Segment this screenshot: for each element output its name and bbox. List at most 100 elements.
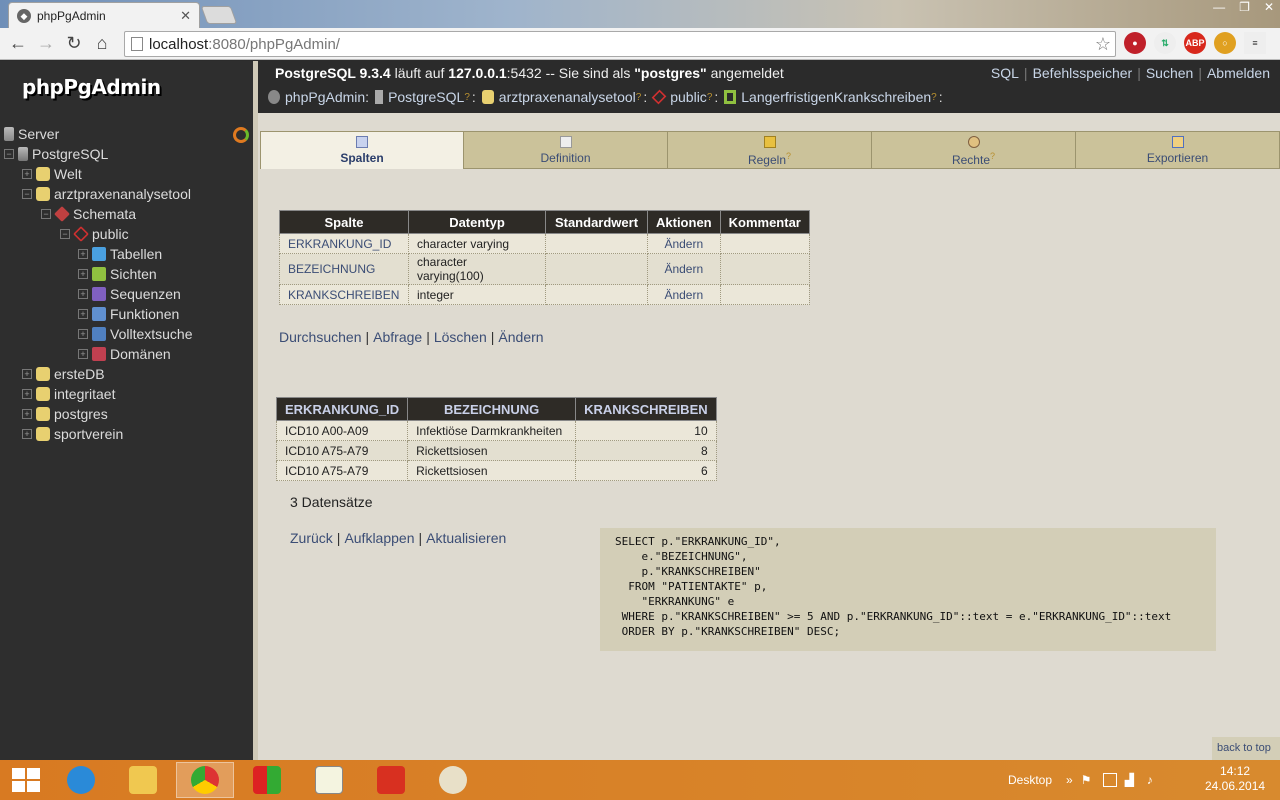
adblock-icon[interactable]: ABP: [1184, 32, 1206, 54]
expand-icon[interactable]: +: [78, 309, 88, 319]
tab-exportieren[interactable]: Exportieren: [1076, 131, 1280, 169]
column-name[interactable]: KRANKSCHREIBEN: [279, 284, 409, 305]
help-icon[interactable]: ?: [931, 92, 937, 103]
tree-db-arzt[interactable]: − arztpraxenanalysetool: [22, 184, 191, 204]
tree-schemata[interactable]: − Schemata: [41, 204, 136, 224]
taskbar-headphones-app[interactable]: [362, 762, 420, 798]
back-to-top-link[interactable]: back to top: [1212, 737, 1280, 761]
trail-app[interactable]: phpPgAdmin: [285, 89, 365, 105]
expand-icon[interactable]: +: [78, 249, 88, 259]
tree-funktionen[interactable]: + Funktionen: [78, 304, 179, 324]
expand-icon[interactable]: +: [22, 409, 32, 419]
clock[interactable]: 14:12 24.06.2014: [1205, 764, 1265, 794]
battery-icon[interactable]: [1102, 773, 1117, 787]
tree-db-sportverein[interactable]: + sportverein: [22, 424, 123, 444]
expand-icon[interactable]: +: [22, 389, 32, 399]
desktop-toolbar-label[interactable]: Desktop: [1008, 773, 1052, 787]
taskbar-explorer[interactable]: [114, 762, 172, 798]
expand-link[interactable]: Aufklappen: [344, 530, 414, 546]
help-icon[interactable]: ?: [636, 92, 642, 103]
reload-icon[interactable]: ↻: [60, 30, 88, 58]
link-history[interactable]: Befehlsspeicher: [1033, 65, 1133, 81]
column-name[interactable]: BEZEICHNUNG: [279, 253, 409, 285]
alter-link[interactable]: Ändern: [647, 284, 721, 305]
help-icon[interactable]: ?: [990, 151, 995, 161]
bookmark-star-icon[interactable]: ☆: [1095, 34, 1111, 55]
tree-db-welt[interactable]: + Welt: [22, 164, 82, 184]
select-link[interactable]: Abfrage: [373, 329, 422, 345]
column-header[interactable]: BEZEICHNUNG: [407, 397, 577, 421]
tree-server[interactable]: Server: [4, 124, 59, 144]
trail-database[interactable]: arztpraxenanalysetool: [499, 89, 636, 105]
link-search[interactable]: Suchen: [1146, 65, 1193, 81]
windows-start-icon[interactable]: [12, 768, 40, 792]
drop-link[interactable]: Löschen: [434, 329, 487, 345]
refresh-link[interactable]: Aktualisieren: [426, 530, 506, 546]
trail-schema[interactable]: public: [670, 89, 707, 105]
refresh-icon[interactable]: [233, 127, 249, 143]
alter-link[interactable]: Ändern: [647, 253, 721, 285]
expand-icon[interactable]: +: [22, 429, 32, 439]
tree-sichten[interactable]: + Sichten: [78, 264, 157, 284]
taskbar-chart-app[interactable]: [300, 762, 358, 798]
chevron-icon[interactable]: »: [1066, 773, 1073, 787]
collapse-icon[interactable]: −: [41, 209, 51, 219]
tree-volltextsuche[interactable]: + Volltextsuche: [78, 324, 193, 344]
expand-icon[interactable]: +: [78, 329, 88, 339]
taskbar-paint[interactable]: [424, 762, 482, 798]
tab-spalten[interactable]: Spalten: [260, 131, 464, 169]
tree-sequenzen[interactable]: + Sequenzen: [78, 284, 181, 304]
alter-link[interactable]: Ändern: [647, 233, 721, 254]
help-icon[interactable]: ?: [707, 92, 713, 103]
tab-regeln[interactable]: Regeln?: [668, 131, 872, 169]
tree-domaenen[interactable]: + Domänen: [78, 344, 171, 364]
volume-icon[interactable]: ♪: [1147, 773, 1161, 787]
expand-icon[interactable]: +: [22, 369, 32, 379]
forward-arrow-icon[interactable]: →: [32, 30, 60, 58]
trail-server[interactable]: PostgreSQL: [388, 89, 464, 105]
minimize-icon[interactable]: —: [1213, 0, 1225, 14]
signal-icon[interactable]: ▟: [1125, 773, 1139, 787]
tree-public[interactable]: − public: [60, 224, 129, 244]
url-text[interactable]: localhost:8080/phpPgAdmin/: [149, 36, 1095, 53]
column-name[interactable]: ERKRANKUNG_ID: [279, 233, 409, 254]
taskbar-ie[interactable]: [52, 762, 110, 798]
link-logout[interactable]: Abmelden: [1207, 65, 1270, 81]
tree-db-erste[interactable]: + ersteDB: [22, 364, 105, 384]
flag-icon[interactable]: ⚑: [1081, 773, 1095, 787]
new-tab-button[interactable]: [200, 6, 238, 24]
tree-tabellen[interactable]: + Tabellen: [78, 244, 162, 264]
collapse-icon[interactable]: −: [22, 189, 32, 199]
home-icon[interactable]: ⌂: [88, 30, 116, 58]
trail-object[interactable]: LangerfristigenKrankschreiben: [741, 89, 931, 105]
column-header[interactable]: KRANKSCHREIBEN: [575, 397, 717, 421]
expand-icon[interactable]: +: [22, 169, 32, 179]
collapse-icon[interactable]: −: [60, 229, 70, 239]
close-tab-icon[interactable]: ✕: [180, 8, 191, 24]
expand-icon[interactable]: +: [78, 349, 88, 359]
tree-postgresql[interactable]: − PostgreSQL: [4, 144, 108, 164]
taskbar-chrome[interactable]: [176, 762, 234, 798]
expand-icon[interactable]: +: [78, 289, 88, 299]
taskbar-office[interactable]: [238, 762, 296, 798]
menu-icon[interactable]: ≡: [1244, 32, 1266, 54]
tree-db-integritaet[interactable]: + integritaet: [22, 384, 115, 404]
tree-db-postgres[interactable]: + postgres: [22, 404, 108, 424]
back-link[interactable]: Zurück: [290, 530, 333, 546]
help-icon[interactable]: ?: [464, 92, 470, 103]
stop-extension-icon[interactable]: ●: [1124, 32, 1146, 54]
collapse-icon[interactable]: −: [4, 149, 14, 159]
close-window-icon[interactable]: ✕: [1264, 0, 1274, 14]
tab-rechte[interactable]: Rechte?: [872, 131, 1076, 169]
browse-link[interactable]: Durchsuchen: [279, 329, 362, 345]
link-sql[interactable]: SQL: [991, 65, 1019, 81]
back-arrow-icon[interactable]: ←: [4, 30, 32, 58]
address-bar[interactable]: localhost:8080/phpPgAdmin/ ☆: [124, 31, 1116, 57]
column-header[interactable]: ERKRANKUNG_ID: [275, 397, 409, 421]
download-extension-icon[interactable]: ⇅: [1154, 32, 1176, 54]
restore-icon[interactable]: ❐: [1239, 0, 1250, 14]
alter-view-link[interactable]: Ändern: [498, 329, 543, 345]
help-icon[interactable]: ?: [786, 151, 791, 161]
expand-icon[interactable]: +: [78, 269, 88, 279]
browser-tab[interactable]: ◆ phpPgAdmin ✕: [8, 2, 200, 28]
